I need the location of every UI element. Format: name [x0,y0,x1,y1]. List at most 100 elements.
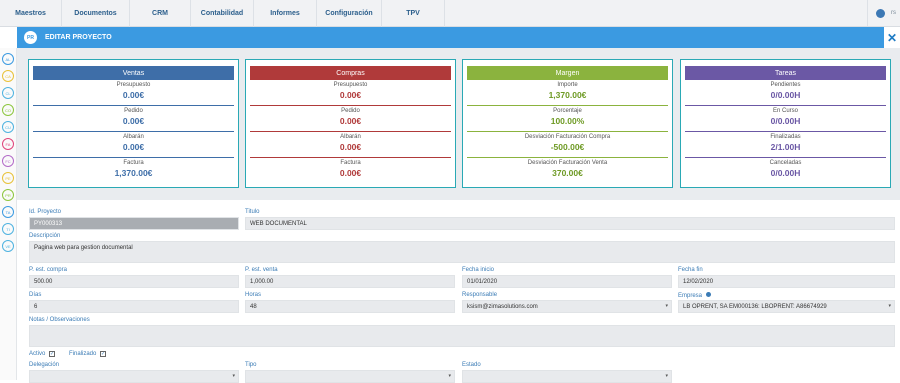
metric-value: 1,370.00€ [114,168,153,178]
user-name: rs [891,10,896,16]
chevron-down-icon: ▾ [888,303,891,309]
horas-field[interactable]: 48 [245,300,455,313]
nav-item-informes[interactable]: Informes [254,0,317,27]
user-icon[interactable] [876,8,885,18]
nav-item-documentos[interactable]: Documentos [62,0,130,27]
fc-icon[interactable]: FC [2,155,14,167]
empresa-label: Empresa [678,292,711,299]
id-field: PY000313 [29,217,239,230]
delegacion-label: Delegación [29,362,60,368]
responsable-label: Responsable [462,292,498,298]
metric-value: 0.00€ [339,168,362,178]
cl-icon[interactable]: CL [2,87,14,99]
dias-label: Días [29,292,42,298]
fecha-fin-field[interactable]: 12/02/2020 [678,275,895,288]
nav-item-maestros[interactable]: Maestros [0,0,62,27]
titulo-label: Titulo [245,209,260,215]
p-compra-field[interactable]: 500.00 [29,275,239,288]
metric-label: Albarán [340,134,361,140]
metric-label: Albarán [123,134,144,140]
top-navigation: Maestros Documentos CRM Contabilidad Informe… [0,0,900,27]
nav-item-crm[interactable]: CRM [130,0,191,27]
sidebar: AL CA CL CO CU FA FC PE PR TA TI VE [0,48,17,380]
metric-row: Finalizadas 2/1.00H [685,132,886,158]
metric-label: Importe [557,82,578,88]
al-icon[interactable]: AL [2,53,14,65]
pe-icon[interactable]: PE [2,172,14,184]
margen-card: Margen Importe 1,370.00€ Porcentaje 100.00% D… [462,59,673,188]
fecha-fin-label: Fecha fin [678,267,703,273]
metric-value: 0.00€ [122,90,145,100]
metric-row: Canceladas 0/0.00H [685,158,886,184]
metric-value: -500.00€ [550,142,585,152]
chevron-down-icon: ▾ [665,373,668,379]
metric-value: 0/0.00H [770,116,801,126]
cu-icon[interactable]: CU [2,121,14,133]
metric-row: Pedido 0.00€ [250,106,451,132]
page-header: PR EDITAR PROYECTO ✕ [17,27,900,48]
metric-label: Desviación Facturación Venta [527,160,608,166]
id-label: Id. Proyecto [29,209,62,215]
metric-label: Factura [123,160,144,166]
project-form: Id. Proyecto PY000313 Titulo WEB DOCUMEN… [17,200,900,383]
horas-label: Horas [245,292,262,298]
compras-card-title: Compras [250,66,451,80]
nav-item-contabilidad[interactable]: Contabilidad [191,0,254,27]
p-venta-label: P. est. venta [245,267,278,273]
co-icon[interactable]: CO [2,104,14,116]
metric-value: 2/1.00H [770,142,801,152]
finalizado-checkbox[interactable]: ✓ [100,351,107,357]
close-icon[interactable]: ✕ [884,27,900,48]
activo-checkbox[interactable]: ✓ [49,351,56,357]
titulo-field[interactable]: WEB DOCUMENTAL [245,217,895,230]
metric-row: Importe 1,370.00€ [467,80,668,106]
delegacion-select[interactable]: ▾ [29,370,239,383]
metric-value: 0.00€ [122,142,145,152]
metric-value: 0.00€ [122,116,145,126]
metric-row: En Curso 0/0.00H [685,106,886,132]
ca-icon[interactable]: CA [2,70,14,82]
p-venta-field[interactable]: 1,000.00 [245,275,455,288]
metric-label: Pedido [341,108,360,114]
user-area[interactable]: rs [867,0,900,26]
activo-label: Activo ✓ [29,351,56,357]
nav-item-tpv[interactable]: TPV [382,0,445,27]
ta-icon[interactable]: TA [2,206,14,218]
metric-value: 0.00€ [339,116,362,126]
metric-row: Desviación Facturación Venta 370.00€ [467,158,668,184]
metric-value: 1,370.00€ [548,90,587,100]
metric-row: Factura 0.00€ [250,158,451,184]
empresa-select[interactable]: LB OPRENT, SA EM000136: LBOPRENT: A86674… [678,300,895,313]
notas-field[interactable] [29,325,895,347]
activo-label-text: Activo [29,351,46,357]
p-compra-label: P. est. compra [29,267,67,273]
fecha-inicio-field[interactable]: 01/01/2020 [462,275,672,288]
descripcion-field[interactable]: Pagina web para gestion documental [29,241,895,263]
tipo-select[interactable]: ▾ [245,370,455,383]
dias-field[interactable]: 6 [29,300,239,313]
metric-label: Factura [340,160,361,166]
nav-item-configuración[interactable]: Configuración [317,0,382,27]
project-badge-icon: PR [24,31,37,44]
ve-icon[interactable]: VE [2,240,14,252]
metric-value: 0/0.00H [770,90,801,100]
tareas-card: Tareas Pendientes 0/0.00H En Curso 0/0.00H Fi… [680,59,891,188]
fa-icon[interactable]: FA [2,138,14,150]
ti-icon[interactable]: TI [2,223,14,235]
metric-row: Albarán 0.00€ [33,132,234,158]
estado-label: Estado [462,362,481,368]
estado-select[interactable]: ▾ [462,370,672,383]
metric-row: Presupuesto 0.00€ [250,80,451,106]
metric-value: 0/0.00H [770,168,801,178]
empresa-label-text: Empresa [678,293,703,299]
metric-row: Pendientes 0/0.00H [685,80,886,106]
pr-icon[interactable]: PR [2,189,14,201]
ventas-card-title: Ventas [33,66,234,80]
eye-icon[interactable] [705,292,711,297]
metric-label: Pedido [124,108,143,114]
metric-label: Porcentaje [553,108,582,114]
metric-row: Desviación Facturación Compra -500.00€ [467,132,668,158]
responsable-select[interactable]: ksism@zimasolutions.com ▾ [462,300,672,313]
tareas-card-title: Tareas [685,66,886,80]
metric-label: Finalizadas [770,134,801,140]
